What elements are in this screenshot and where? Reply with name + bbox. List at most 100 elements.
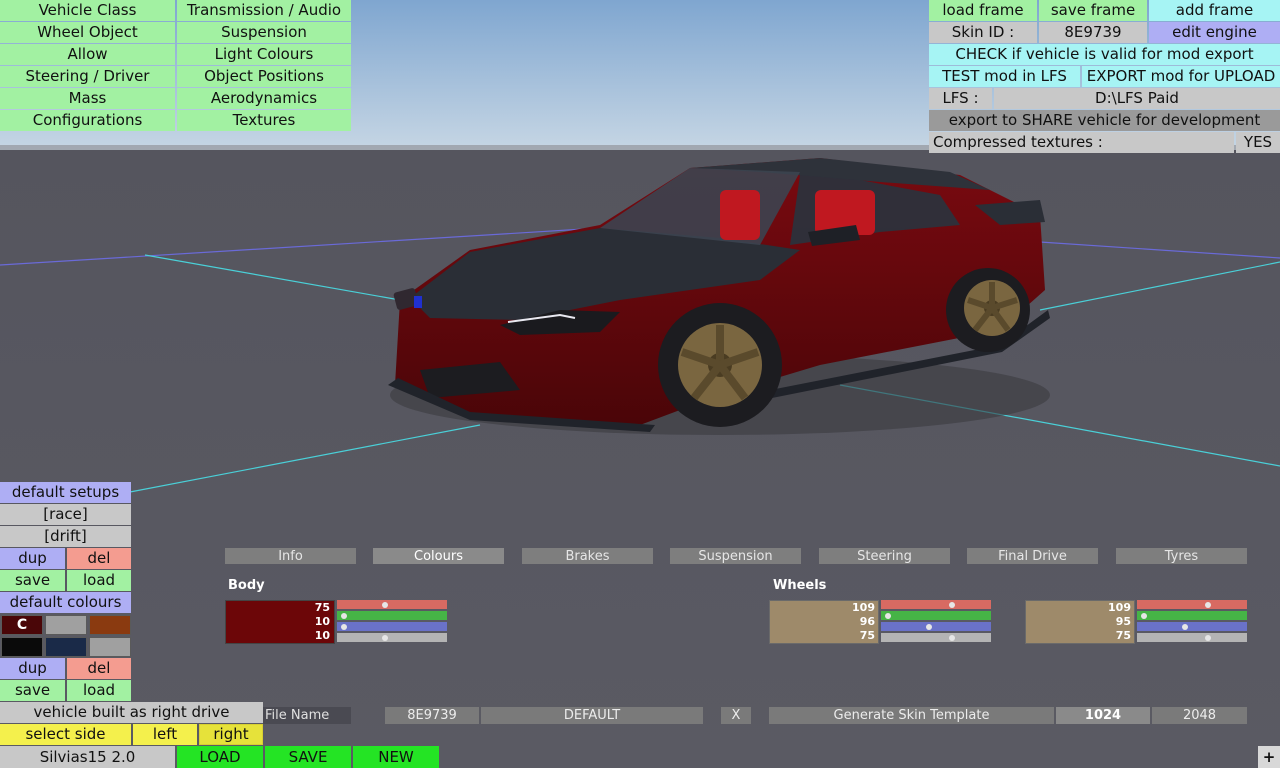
default-field[interactable]: DEFAULT [481,707,703,724]
resolution-1024-button[interactable]: 1024 [1056,707,1150,724]
expand-plus-button[interactable]: + [1258,746,1280,768]
save-setup-button[interactable]: save [0,570,65,591]
skin-id-field[interactable]: 8E9739 [385,707,479,724]
wheels2-value-g: 95 [1115,615,1131,628]
wheels2-slider-1[interactable] [1137,611,1247,620]
colour-swatch[interactable] [1,637,43,657]
wheels-value-r: 109 [852,601,875,614]
tab-tyres[interactable]: Tyres [1116,548,1247,564]
wheels-slider-3[interactable] [881,633,991,642]
wheels-slider-1[interactable] [881,611,991,620]
tab-brakes[interactable]: Brakes [522,548,653,564]
body-slider-2[interactable] [337,622,447,631]
colour-swatch[interactable] [45,615,87,635]
wheels2-slider-handle[interactable] [1181,623,1188,630]
check-valid-button[interactable]: CHECK if vehicle is valid for mod export [929,44,1280,65]
wheels-slider-handle[interactable] [925,623,932,630]
configurations-button[interactable]: Configurations [0,110,175,131]
load-frame-button[interactable]: load frame [929,0,1037,21]
body-slider-handle[interactable] [341,612,348,619]
compressed-textures-toggle[interactable]: YES [1236,132,1280,153]
save-frame-button[interactable]: save frame [1039,0,1147,21]
clear-x-button[interactable]: X [721,707,751,724]
wheels2-value-r: 109 [1108,601,1131,614]
tab-steering[interactable]: Steering [819,548,950,564]
textures-button[interactable]: Textures [177,110,351,131]
steering-driver-button[interactable]: Steering / Driver [0,66,175,87]
left-side-button[interactable]: left [133,724,197,745]
wheels-slider-handle[interactable] [948,634,955,641]
tab-info[interactable]: Info [225,548,356,564]
colour-swatch[interactable] [45,637,87,657]
colour-swatch[interactable] [89,637,131,657]
colour-swatch-selected[interactable]: C [1,615,43,635]
wheels-slider-handle[interactable] [948,601,955,608]
wheels-slider-2[interactable] [881,622,991,631]
light-colours-button[interactable]: Light Colours [177,44,351,65]
skin-id-value: 8E9739 [1039,22,1147,43]
body-slider-handle[interactable] [341,623,348,630]
save-vehicle-button[interactable]: SAVE [265,746,351,768]
body-value-b: 10 [314,629,330,642]
wheels2-slider-handle[interactable] [1141,612,1148,619]
transmission-audio-button[interactable]: Transmission / Audio [177,0,351,21]
wheels2-slider-handle[interactable] [1204,634,1211,641]
body-label: Body [228,578,265,593]
wheels2-slider-2[interactable] [1137,622,1247,631]
body-value-r: 75 [314,601,330,614]
resolution-2048-button[interactable]: 2048 [1152,707,1247,724]
export-share-button[interactable]: export to SHARE vehicle for development [929,110,1280,131]
load-vehicle-button[interactable]: LOAD [177,746,263,768]
export-upload-button[interactable]: EXPORT mod for UPLOAD [1082,66,1280,87]
wheels2-slider-3[interactable] [1137,633,1247,642]
load-colour-button[interactable]: load [67,680,131,701]
skin-id-label: Skin ID : [929,22,1037,43]
body-slider-3[interactable] [337,633,447,642]
body-slider-handle[interactable] [381,601,388,608]
allow-button[interactable]: Allow [0,44,175,65]
del-setup-button[interactable]: del [67,548,131,569]
vehicle-name-field[interactable]: Silvias15 2.0 [0,746,175,768]
tab-colours[interactable]: Colours [373,548,504,564]
body-slider-0[interactable] [337,600,447,609]
wheels-slider-handle[interactable] [885,612,892,619]
file-name-text: File Name [265,708,330,723]
save-colour-button[interactable]: save [0,680,65,701]
body-slider-handle[interactable] [381,634,388,641]
test-mod-button[interactable]: TEST mod in LFS [929,66,1080,87]
tab-final-drive[interactable]: Final Drive [967,548,1098,564]
right-side-button[interactable]: right [199,724,263,745]
compressed-textures-label: Compressed textures : [929,132,1234,153]
vehicle-class-button[interactable]: Vehicle Class [0,0,175,21]
wheels2-slider-0[interactable] [1137,600,1247,609]
edit-engine-button[interactable]: edit engine [1149,22,1280,43]
dup-setup-button[interactable]: dup [0,548,65,569]
lfs-path-field[interactable]: D:\LFS Paid [994,88,1280,109]
generate-skin-template-button[interactable]: Generate Skin Template [769,707,1054,724]
object-positions-button[interactable]: Object Positions [177,66,351,87]
new-vehicle-button[interactable]: NEW [353,746,439,768]
load-setup-button[interactable]: load [67,570,131,591]
wheels-label: Wheels [773,578,827,593]
tab-suspension[interactable]: Suspension [670,548,801,564]
wheels2-slider-handle[interactable] [1204,601,1211,608]
wheels-value-g: 96 [859,615,875,628]
mass-button[interactable]: Mass [0,88,175,109]
wheels2-values: 109 95 75 [1081,601,1131,643]
body-slider-1[interactable] [337,611,447,620]
wheels-slider-0[interactable] [881,600,991,609]
default-colours-button[interactable]: default colours [0,592,131,613]
colour-swatch[interactable] [89,615,131,635]
default-setups-button[interactable]: default setups [0,482,131,503]
wheel-object-button[interactable]: Wheel Object [0,22,175,43]
drive-side-label: vehicle built as right drive [0,702,263,723]
aerodynamics-button[interactable]: Aerodynamics [177,88,351,109]
drift-setup-item[interactable]: [drift] [0,526,131,547]
add-frame-button[interactable]: add frame [1149,0,1280,21]
del-colour-button[interactable]: del [67,658,131,679]
body-values: 75 10 10 [280,601,330,643]
swatch-c-label: C [16,617,28,633]
dup-colour-button[interactable]: dup [0,658,65,679]
race-setup-item[interactable]: [race] [0,504,131,525]
suspension-menu-button[interactable]: Suspension [177,22,351,43]
